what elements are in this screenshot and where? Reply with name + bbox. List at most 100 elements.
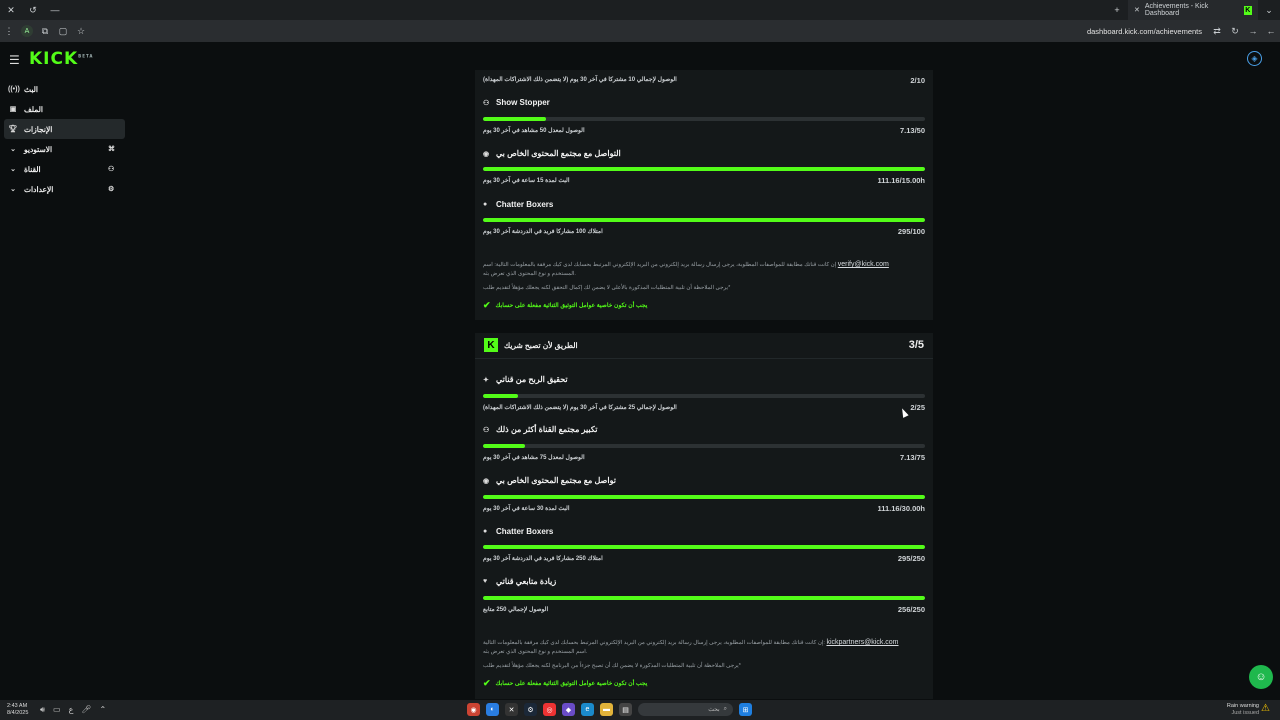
site-settings-icon[interactable]: ⇄ [1208, 26, 1226, 37]
achievement-value: 295/100 [897, 227, 925, 236]
progress-bar [483, 444, 925, 448]
help-chat-button[interactable]: ☺ [1249, 665, 1273, 689]
chrome-icon[interactable]: ◎ [543, 703, 556, 716]
taskbar-search[interactable]: بحث ⌕ [638, 703, 733, 716]
verify-email-link[interactable]: verify@kick.com [838, 261, 889, 268]
progress-bar [483, 167, 925, 171]
achievement-title: ♥ زيادة متابعي قناتي [483, 577, 557, 586]
taskbar-clock[interactable]: 2:43 AM 8/4/2025 [7, 703, 28, 717]
chat-icon: ● [483, 201, 488, 208]
partner-disclaimer: يرجى الملاحظة أن تلبية المتطلبات المذكور… [483, 663, 741, 669]
browser-tab-bar: ✕ ↺ — + ✕ Achievements - Kick Dashboard … [0, 0, 1280, 20]
sidebar-item-stream[interactable]: ((•)) البث [0, 79, 125, 99]
tab-close-icon[interactable]: ✕ [1134, 6, 1140, 14]
progress-bar [483, 596, 925, 600]
back-icon[interactable]: → [1244, 26, 1262, 36]
sidebar-item-label: الإنجازات [24, 124, 53, 134]
search-icon: ⌕ [723, 706, 727, 712]
achievement-title: ● Chatter Boxers [483, 200, 554, 209]
windows-start-icon[interactable]: ⊞ [739, 703, 752, 716]
weather-widget[interactable]: Rain warning Just issued [1205, 703, 1259, 717]
url-field[interactable]: dashboard.kick.com/achievements [90, 27, 1208, 36]
network-icon[interactable]: ▭ [53, 705, 61, 715]
sidebar-item-label: الإعدادات [24, 184, 54, 194]
taskbar: 2:43 AM 8/4/2025 🔊︎ ▭ ع 🎤︎ ⌃ ◉ ◐ ✕ ⚙ ◎ ◆… [0, 700, 1280, 720]
achievement-value: 2/25 [910, 403, 925, 412]
microphone-icon[interactable]: 🎤︎ [81, 705, 91, 715]
progress-bar [483, 218, 925, 222]
achievement-row: ⚇ تكبير مجتمع القناة أكثر من ذلك الوصول ل… [483, 425, 925, 465]
partner-email-link[interactable]: kickpartners@kick.com [826, 639, 898, 646]
bookmark-star-icon[interactable]: ☆ [72, 26, 90, 37]
history-icon[interactable]: ↺ [22, 5, 44, 16]
sidebar-item-achievements[interactable]: 🏆︎ الإنجازات [4, 119, 125, 139]
achievement-value: 111.16/30.00h [877, 504, 925, 513]
verification-note: إن كانت قناتك مطابقة للمواصفات المطلوبة،… [483, 261, 889, 268]
progress-fill [483, 117, 547, 121]
progress-fill [483, 218, 925, 222]
partner-progress-count: 3/5 [908, 339, 924, 351]
app-icon[interactable]: ▤ [619, 703, 632, 716]
partner-note: إن كانت قناتك مطابقة للمواصفات المطلوبة،… [483, 639, 899, 646]
achievement-title: ● Chatter Boxers [483, 527, 554, 536]
achievement-value: 295/250 [897, 554, 925, 563]
folder-icon[interactable]: ▬ [600, 703, 613, 716]
app-icon[interactable]: ✕ [505, 703, 518, 716]
extensions-icon[interactable]: ⧉ [36, 26, 54, 37]
close-icon[interactable]: ✕ [0, 5, 22, 16]
progress-fill [483, 545, 925, 549]
sidebar: ((•)) البث ▣ الملف 🏆︎ الإنجازات ⌄ الاستو… [0, 79, 125, 199]
compass-icon[interactable]: ◈ [1247, 51, 1262, 66]
chevron-down-icon[interactable]: ⌄ [1258, 5, 1280, 16]
channel-icon: ⚇ [108, 166, 115, 173]
sidebar-item-channel[interactable]: ⌄ القناة ⚇ [0, 159, 125, 179]
taskbar-apps: ◉ ◐ ✕ ⚙ ◎ ◆ e ▬ ▤ بحث ⌕ ⊞ [467, 703, 752, 716]
app-icon[interactable]: ◉ [467, 703, 480, 716]
split-icon[interactable]: ▢ [54, 26, 72, 37]
achievement-desc: الوصول لمعدل 75 مشاهد في آخر 30 يوم [483, 455, 585, 461]
progress-bar [483, 117, 925, 121]
progress-bar [483, 495, 925, 499]
volume-icon[interactable]: 🔊︎ [40, 705, 45, 715]
forward-icon[interactable]: ← [1262, 26, 1280, 36]
achievement-title: ◉ تواصل مع مجتمع المحتوى الخاص بي [483, 476, 616, 485]
browser-tab[interactable]: ✕ Achievements - Kick Dashboard K [1128, 0, 1258, 20]
sidebar-item-studio[interactable]: ⌄ الاستوديو ⌘ [0, 139, 125, 159]
progress-fill [483, 495, 925, 499]
two-factor-requirement: ✔ يجب أن تكون خاصية عوامل التوثيق الثنائ… [483, 678, 648, 688]
progress-fill [483, 394, 519, 398]
app-icon[interactable]: ◆ [562, 703, 575, 716]
profile-avatar[interactable]: A [21, 25, 33, 37]
kick-logo[interactable]: KICKBETA [29, 49, 93, 69]
partner-section-title: الطريق لأن تصبح شريك [504, 341, 578, 350]
achievement-title: ✦ تحقيق الربح من قناتي [483, 375, 568, 384]
app-icon[interactable]: ◐ [486, 703, 499, 716]
achievement-row: ● Chatter Boxers امتلاك 100 مشاركا فريد ف… [483, 200, 925, 240]
studio-icon: ⌘ [108, 146, 115, 153]
progress-bar [483, 545, 925, 549]
language-indicator[interactable]: ع [69, 705, 74, 715]
chevron-down-icon[interactable]: ⌄ [8, 145, 18, 153]
tab-title: Achievements - Kick Dashboard [1144, 3, 1209, 17]
address-bar: ⋮ A ⧉ ▢ ☆ dashboard.kick.com/achievement… [0, 20, 1280, 42]
hamburger-menu-icon[interactable]: ☰ [9, 53, 20, 67]
reload-icon[interactable]: ↻ [1226, 26, 1244, 37]
sidebar-item-profile[interactable]: ▣ الملف [0, 99, 125, 119]
menu-dots-icon[interactable]: ⋮ [0, 26, 18, 37]
chevron-down-icon[interactable]: ⌄ [8, 165, 18, 173]
achievement-row: ⚇ Show Stopper الوصول لمعدل 50 مشاهد في آ… [483, 98, 925, 138]
settings-icon: ⚙ [108, 186, 115, 193]
chevron-up-icon[interactable]: ⌃ [100, 705, 107, 715]
achievement-row: ◉ تواصل مع مجتمع المحتوى الخاص بي البث لم… [483, 476, 925, 516]
new-tab-icon[interactable]: + [1106, 5, 1128, 15]
steam-icon[interactable]: ⚙ [524, 703, 537, 716]
chevron-down-icon[interactable]: ⌄ [8, 185, 18, 193]
minimize-icon[interactable]: — [44, 5, 66, 15]
partner-note-line2: اسم المستخدم و نوع المحتوى الذي تعرض بثه… [483, 649, 588, 655]
warning-icon[interactable]: ⚠ [1261, 703, 1274, 716]
edge-icon[interactable]: e [581, 703, 594, 716]
achievement-title: ⚇ تكبير مجتمع القناة أكثر من ذلك [483, 425, 598, 434]
sidebar-item-settings[interactable]: ⌄ الإعدادات ⚙ [0, 179, 125, 199]
achievement-title: ⚇ Show Stopper [483, 98, 550, 107]
broadcast-icon: ◉ [483, 150, 490, 158]
